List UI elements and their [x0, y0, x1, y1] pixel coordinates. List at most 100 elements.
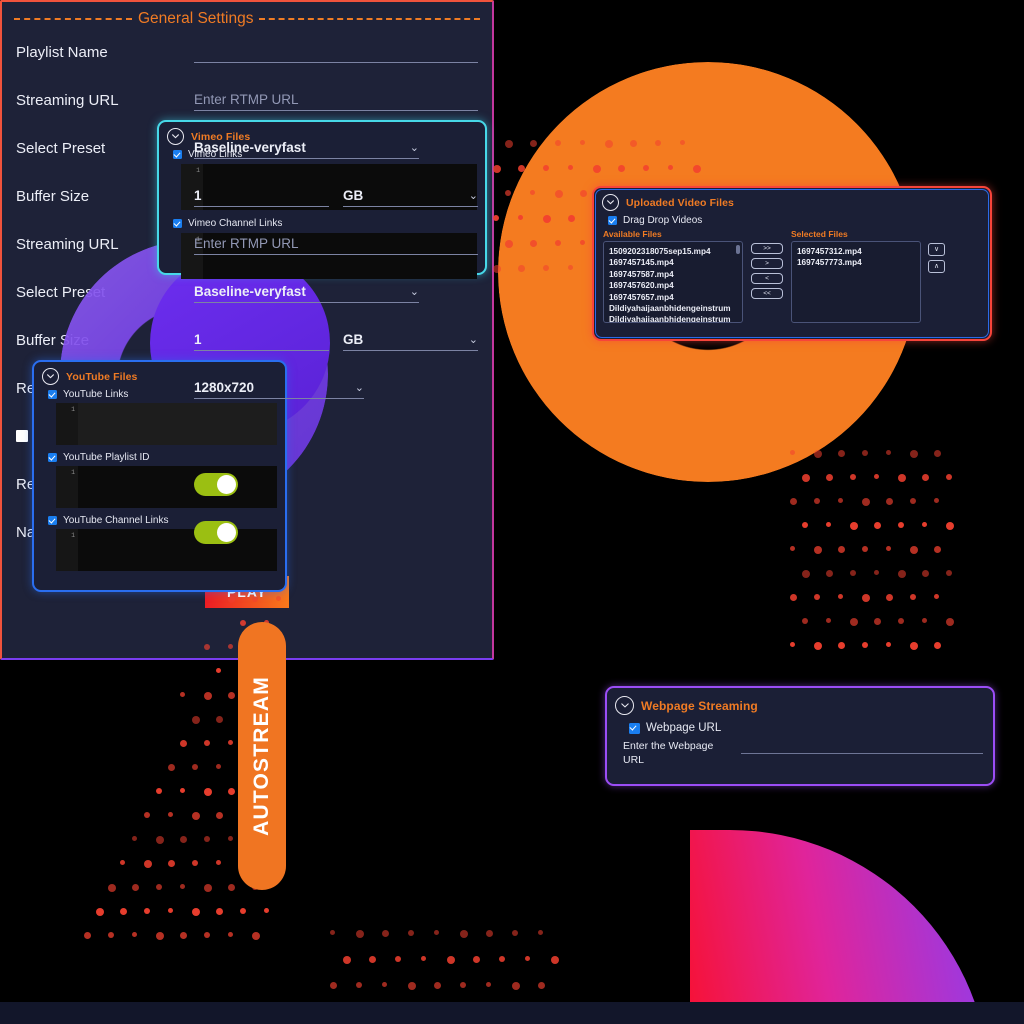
decorative-dot: [542, 215, 551, 223]
youtube-panel-title: YouTube Files: [66, 370, 138, 383]
reorder-button[interactable]: ∨: [928, 243, 945, 256]
listbox-scrollbar[interactable]: [736, 245, 740, 254]
native-frame-toggle[interactable]: [194, 520, 238, 544]
pink-quarter-decoration: [690, 830, 990, 1024]
list-item[interactable]: 1697457587.mp4: [609, 269, 737, 280]
youtube-playlist-id-checkbox-row[interactable]: YouTube Playlist ID: [34, 445, 285, 465]
vimeo-links-checkbox[interactable]: [173, 150, 182, 159]
youtube-playlist-id-input[interactable]: 1: [56, 466, 277, 508]
youtube-links-textarea[interactable]: [78, 403, 277, 445]
decorative-dot: [228, 932, 233, 937]
transfer-button[interactable]: <<: [751, 288, 783, 299]
chevron-down-icon[interactable]: [42, 368, 59, 385]
decorative-dot: [580, 190, 587, 197]
drag-drop-videos-checkbox[interactable]: [608, 216, 617, 225]
youtube-playlist-id-checkbox[interactable]: [48, 453, 57, 462]
youtube-links-input[interactable]: 1: [56, 403, 277, 445]
decorative-dot: [408, 982, 416, 990]
decorative-dot: [530, 190, 535, 195]
decorative-dot: [886, 450, 891, 455]
webpage-panel-header[interactable]: Webpage Streaming: [607, 688, 993, 717]
list-item[interactable]: Dildiyahaijaanbhidengeinstrum: [609, 314, 737, 322]
repeat-toggle[interactable]: [194, 472, 238, 496]
decorative-dot: [132, 932, 137, 937]
decorative-dot: [530, 240, 537, 247]
chevron-down-icon[interactable]: [602, 194, 619, 211]
youtube-channel-links-input[interactable]: 1: [56, 529, 277, 571]
decorative-dot: [120, 908, 127, 915]
decorative-dot: [505, 240, 513, 248]
resolution-dropdown[interactable]: 1280x720 ⌄: [194, 377, 364, 399]
webpage-url-field-label: Enter the Webpage URL: [623, 740, 714, 766]
youtube-channel-links-checkbox-row[interactable]: YouTube Channel Links: [34, 508, 285, 528]
decorative-dot: [108, 932, 114, 938]
decorative-dot: [551, 956, 559, 964]
youtube-playlist-id-textarea[interactable]: [78, 466, 277, 508]
decorative-dot: [216, 860, 221, 865]
decorative-dot: [790, 642, 795, 647]
streaming-url-2-input[interactable]: Enter RTMP URL: [194, 233, 478, 255]
chevron-down-icon[interactable]: [167, 128, 184, 145]
vimeo-channel-links-checkbox[interactable]: [173, 219, 182, 228]
transfer-button[interactable]: <: [751, 273, 783, 284]
decorative-dot: [330, 930, 335, 935]
decorative-dot: [204, 788, 212, 796]
list-item[interactable]: Dildiyahaijaanbhidengeinstrum: [609, 303, 737, 314]
decorative-dot: [910, 498, 916, 504]
blacklist-checkbox[interactable]: [16, 430, 28, 442]
uploaded-panel-header[interactable]: Uploaded Video Files: [594, 188, 990, 213]
webpage-url-checkbox[interactable]: [629, 722, 640, 734]
youtube-channel-links-checkbox[interactable]: [48, 516, 57, 525]
chevron-down-icon: ⌄: [354, 382, 364, 394]
decorative-dot: [132, 836, 137, 841]
reorder-button-group: ∨ ∧: [928, 243, 945, 273]
decorative-dot: [144, 812, 150, 818]
select-preset-2-dropdown[interactable]: Baseline-veryfast ⌄: [194, 281, 419, 303]
vimeo-channel-links-checkbox-row[interactable]: Vimeo Channel Links: [159, 210, 485, 231]
reorder-button[interactable]: ∧: [928, 260, 945, 273]
buffer-size-2-value: 1: [194, 332, 202, 347]
decorative-dot: [525, 956, 530, 961]
list-item[interactable]: 1697457145.mp4: [609, 257, 737, 268]
buffer-size-1-unit-dropdown[interactable]: GB ⌄: [343, 185, 478, 207]
list-item[interactable]: 1697457312.mp4: [797, 246, 915, 257]
playlist-name-input[interactable]: [194, 41, 478, 63]
webpage-url-input[interactable]: [741, 740, 983, 754]
selected-files-listbox[interactable]: 1697457312.mp4 1697457773.mp4: [791, 241, 921, 323]
streaming-url-1-input[interactable]: Enter RTMP URL: [194, 89, 478, 111]
decorative-dot: [216, 716, 223, 723]
list-item[interactable]: 1697457657.mp4: [609, 292, 737, 303]
list-item[interactable]: 1697457773.mp4: [797, 257, 915, 268]
webpage-url-checkbox-row[interactable]: Webpage URL: [607, 717, 993, 736]
toggle-knob: [217, 522, 236, 542]
decorative-dot: [814, 546, 822, 554]
available-files-listbox[interactable]: 1509202318075sep15.mp4 1697457145.mp4 1697…: [603, 241, 743, 323]
webpage-streaming-panel: Webpage Streaming Webpage URL Enter the …: [605, 686, 995, 786]
uploaded-video-files-panel: Uploaded Video Files Drag Drop Videos Av…: [592, 186, 992, 341]
decorative-dot: [369, 956, 376, 963]
youtube-links-checkbox[interactable]: [48, 390, 57, 399]
drag-drop-videos-row[interactable]: Drag Drop Videos: [594, 213, 990, 228]
decorative-dot: [180, 932, 187, 939]
transfer-button[interactable]: >: [751, 258, 783, 269]
decorative-dot: [192, 860, 198, 866]
decorative-dot: [934, 498, 939, 503]
list-item[interactable]: 1509202318075sep15.mp4: [609, 246, 737, 257]
buffer-size-2-input[interactable]: 1: [194, 329, 329, 351]
decorative-dot: [838, 498, 843, 503]
chevron-down-icon[interactable]: [615, 696, 634, 715]
buffer-size-1-input[interactable]: 1: [194, 185, 329, 207]
buffer-size-2-label: Buffer Size: [16, 331, 90, 349]
playlist-name-row: Playlist Name: [2, 28, 492, 76]
buffer-size-2-unit-dropdown[interactable]: GB ⌄: [343, 329, 478, 351]
file-transfer-area: Available Files 1509202318075sep15.mp4 16…: [594, 229, 990, 323]
decorative-dot: [814, 642, 822, 650]
decorative-dot: [790, 546, 795, 551]
youtube-channel-links-textarea[interactable]: [78, 529, 277, 571]
decorative-dot: [395, 956, 401, 962]
decorative-dot: [505, 140, 513, 148]
transfer-button[interactable]: >>: [751, 243, 783, 254]
select-preset-1-dropdown[interactable]: Baseline-veryfast ⌄: [194, 137, 419, 159]
list-item[interactable]: 1697457620.mp4: [609, 280, 737, 291]
decorative-dot: [168, 908, 173, 913]
